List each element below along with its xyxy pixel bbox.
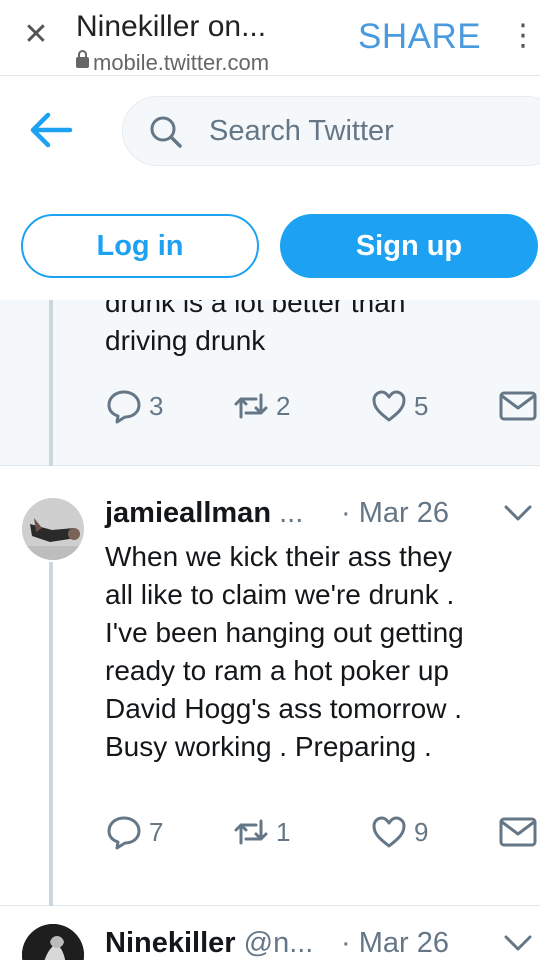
more-vert-icon[interactable]: ⋮ [508, 20, 538, 52]
reply-icon [107, 390, 141, 424]
close-icon[interactable]: ✕ [22, 18, 50, 52]
like-count: 9 [414, 816, 429, 847]
retweet-count: 1 [276, 816, 291, 847]
tweet[interactable]: Ninekiller @n... · Mar 26 [0, 906, 540, 960]
author-handle: @n... [243, 927, 314, 959]
search-icon [150, 116, 182, 148]
share-button[interactable]: SHARE [358, 16, 481, 58]
tweet-text: When we kick their ass they all like to … [105, 538, 535, 766]
search-header: Search Twitter [0, 76, 540, 188]
retweet-button[interactable]: 2 [232, 386, 290, 426]
mail-icon [499, 391, 537, 421]
like-button[interactable]: 5 [370, 386, 428, 426]
timeline: drunk is a lot better than driving drunk… [0, 300, 540, 960]
tweet-text-line: I've been hanging out getting [105, 617, 464, 648]
like-count: 5 [414, 390, 429, 421]
thread-line [49, 562, 53, 906]
tweet-text: driving drunk [105, 325, 266, 356]
message-button[interactable] [498, 386, 540, 426]
avatar-image [22, 498, 84, 560]
reply-button[interactable]: 3 [105, 386, 163, 426]
login-button[interactable]: Log in [21, 214, 259, 278]
like-button[interactable]: 9 [370, 812, 428, 852]
avatar-image [22, 924, 84, 960]
tweet-date-text: Mar 26 [358, 927, 449, 959]
message-button[interactable] [498, 812, 540, 852]
chevron-down-icon[interactable] [503, 932, 533, 954]
tweet-text-line: David Hogg's ass tomorrow . [105, 693, 463, 724]
tweet[interactable]: drunk is a lot better than driving drunk… [0, 300, 540, 466]
tweet-date[interactable]: · Mar 26 [341, 926, 449, 960]
tweet-text-partial: drunk is a lot better than [105, 300, 406, 318]
search-placeholder: Search Twitter [209, 115, 394, 147]
tweet-date-text: Mar 26 [358, 497, 449, 529]
tweet-actions: 3 2 5 [105, 386, 540, 426]
tweet-text-line: all like to claim we're drunk . [105, 579, 455, 610]
tweet-actions: 7 1 9 [105, 812, 540, 852]
heart-icon [372, 816, 406, 848]
back-arrow-icon[interactable] [28, 110, 74, 150]
search-input[interactable]: Search Twitter [122, 96, 540, 166]
tweet-header: jamieallman ... · Mar 26 [105, 496, 535, 530]
reply-count: 7 [149, 816, 164, 847]
heart-icon [372, 390, 406, 422]
reply-count: 3 [149, 390, 164, 421]
thread-line [49, 300, 53, 466]
retweet-icon [234, 819, 268, 845]
tweet-text-line: When we kick their ass they [105, 541, 453, 572]
browser-toolbar: ✕ Ninekiller on... mobile.twitter.com SH… [0, 0, 540, 76]
tweet-text-line: Busy working . Preparing . [105, 731, 432, 762]
mail-icon [499, 817, 537, 847]
retweet-button[interactable]: 1 [232, 812, 290, 852]
retweet-count: 2 [276, 390, 291, 421]
author-handle: ... [279, 497, 304, 529]
tweet-date[interactable]: · Mar 26 [341, 496, 449, 530]
tweet[interactable]: jamieallman ... · Mar 26 When we kick th… [0, 466, 540, 906]
avatar[interactable] [22, 498, 84, 560]
tweet-header: Ninekiller @n... · Mar 26 [105, 926, 535, 960]
author-name[interactable]: Ninekiller [105, 927, 236, 959]
tweet-text-line: ready to ram a hot poker up [105, 655, 449, 686]
author-name[interactable]: jamieallman [105, 497, 271, 529]
url-bar[interactable]: mobile.twitter.com [76, 50, 269, 76]
page-title: Ninekiller on... [76, 10, 267, 43]
signup-button[interactable]: Sign up [280, 214, 538, 278]
reply-button[interactable]: 7 [105, 812, 163, 852]
url-text: mobile.twitter.com [93, 50, 270, 75]
chevron-down-icon[interactable] [503, 502, 533, 524]
reply-icon [107, 816, 141, 850]
auth-bar: Log in Sign up [0, 188, 540, 300]
lock-icon [76, 50, 89, 68]
avatar[interactable] [22, 924, 84, 960]
retweet-icon [234, 393, 268, 419]
